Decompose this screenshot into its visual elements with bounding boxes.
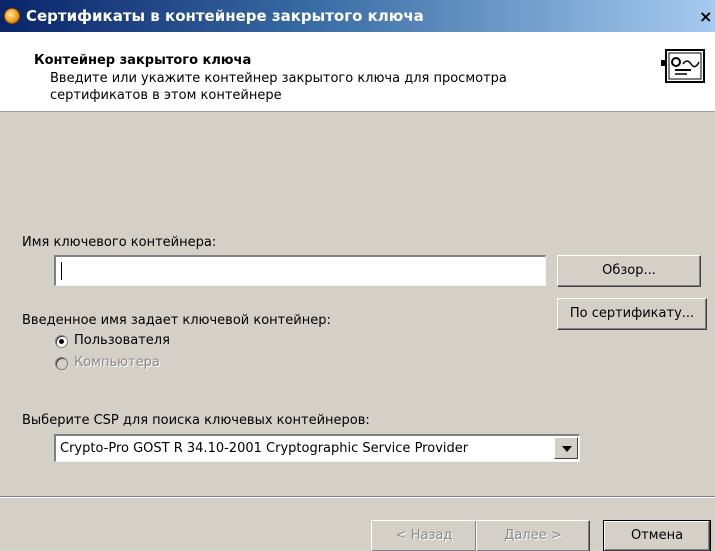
title-bar: Сертификаты в контейнере закрытого ключа… (0, 0, 715, 32)
certificate-icon (661, 44, 707, 88)
browse-button[interactable]: Обзор... (557, 255, 701, 287)
cancel-button[interactable]: Отмена (603, 520, 711, 551)
radio-selected-dot (59, 339, 64, 344)
container-name-input[interactable] (54, 255, 546, 286)
chevron-down-icon[interactable] (554, 437, 578, 459)
header-panel: Контейнер закрытого ключа Введите или ук… (0, 32, 715, 112)
container-name-label: Имя ключевого контейнера: (22, 235, 217, 250)
csp-selected-value: Crypto-Pro GOST R 34.10-2001 Cryptograph… (60, 441, 469, 456)
owner-label: Введенное имя задает ключевой контейнер: (22, 313, 331, 328)
header-description: Введите или укажите контейнер закрытого … (50, 71, 507, 103)
close-button[interactable]: × (699, 7, 715, 27)
app-icon (4, 8, 20, 24)
next-button: Далее > (476, 520, 590, 551)
window-title: Сертификаты в контейнере закрытого ключа (26, 7, 424, 25)
footer-divider (0, 496, 715, 498)
radio-user[interactable] (55, 335, 68, 348)
csp-label: Выберите CSP для поиска ключевых контейн… (22, 413, 370, 428)
header-heading: Контейнер закрытого ключа (34, 53, 252, 68)
back-button: < Назад (371, 520, 477, 551)
radio-computer-label: Компьютера (74, 355, 160, 370)
by-certificate-button[interactable]: По сертификату... (557, 298, 707, 330)
radio-computer (55, 357, 68, 370)
text-caret (61, 262, 62, 280)
radio-user-label[interactable]: Пользователя (74, 333, 170, 348)
csp-select[interactable]: Crypto-Pro GOST R 34.10-2001 Cryptograph… (54, 434, 580, 462)
